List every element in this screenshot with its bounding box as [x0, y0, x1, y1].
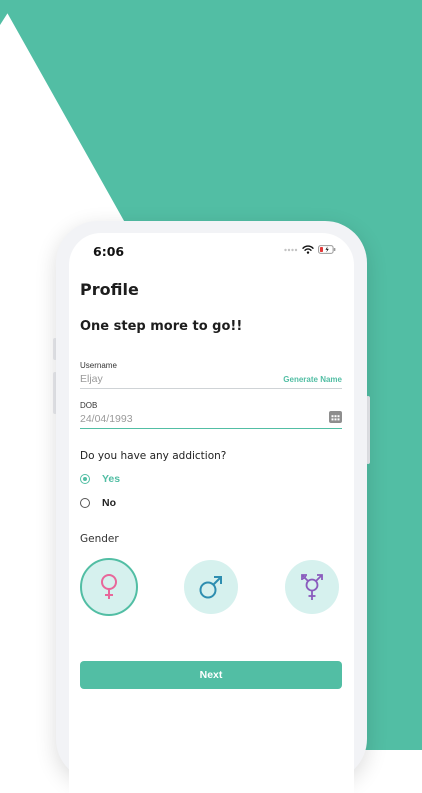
status-bar: 6:06: [69, 233, 354, 267]
page-subtitle: One step more to go!!: [80, 319, 243, 334]
dob-input[interactable]: 24/04/1993: [80, 413, 342, 428]
transgender-icon: [301, 574, 323, 600]
phone-frame: 6:06 Profile One step more to go!! Usern…: [56, 221, 367, 793]
signal-icon: [284, 248, 298, 251]
generate-name-link[interactable]: Generate Name: [283, 375, 342, 384]
dob-label: DOB: [80, 401, 98, 410]
calendar-icon[interactable]: [329, 411, 342, 423]
addiction-option-yes[interactable]: Yes: [80, 473, 120, 485]
status-time: 6:06: [93, 244, 125, 259]
username-field[interactable]: Username Eljay Generate Name: [80, 361, 342, 389]
gender-option-female[interactable]: [80, 558, 138, 616]
female-icon: [101, 574, 117, 599]
addiction-question: Do you have any addiction?: [80, 450, 227, 462]
battery-icon: [318, 245, 336, 254]
radio-yes[interactable]: [80, 474, 90, 484]
addiction-option-no[interactable]: No: [80, 497, 116, 509]
page-title: Profile: [80, 280, 139, 299]
phone-screen: 6:06 Profile One step more to go!! Usern…: [69, 233, 354, 793]
username-label: Username: [80, 361, 117, 370]
next-button[interactable]: Next: [80, 661, 342, 689]
gender-option-transgender[interactable]: [285, 560, 339, 614]
radio-no[interactable]: [80, 498, 90, 508]
wifi-icon: [302, 245, 314, 254]
gender-option-male[interactable]: [184, 560, 238, 614]
radio-yes-label: Yes: [102, 473, 121, 485]
dob-field[interactable]: DOB 24/04/1993: [80, 401, 342, 429]
gender-label: Gender: [80, 533, 119, 545]
radio-no-label: No: [102, 497, 116, 509]
status-icons: [284, 245, 336, 254]
male-icon: [199, 576, 222, 599]
